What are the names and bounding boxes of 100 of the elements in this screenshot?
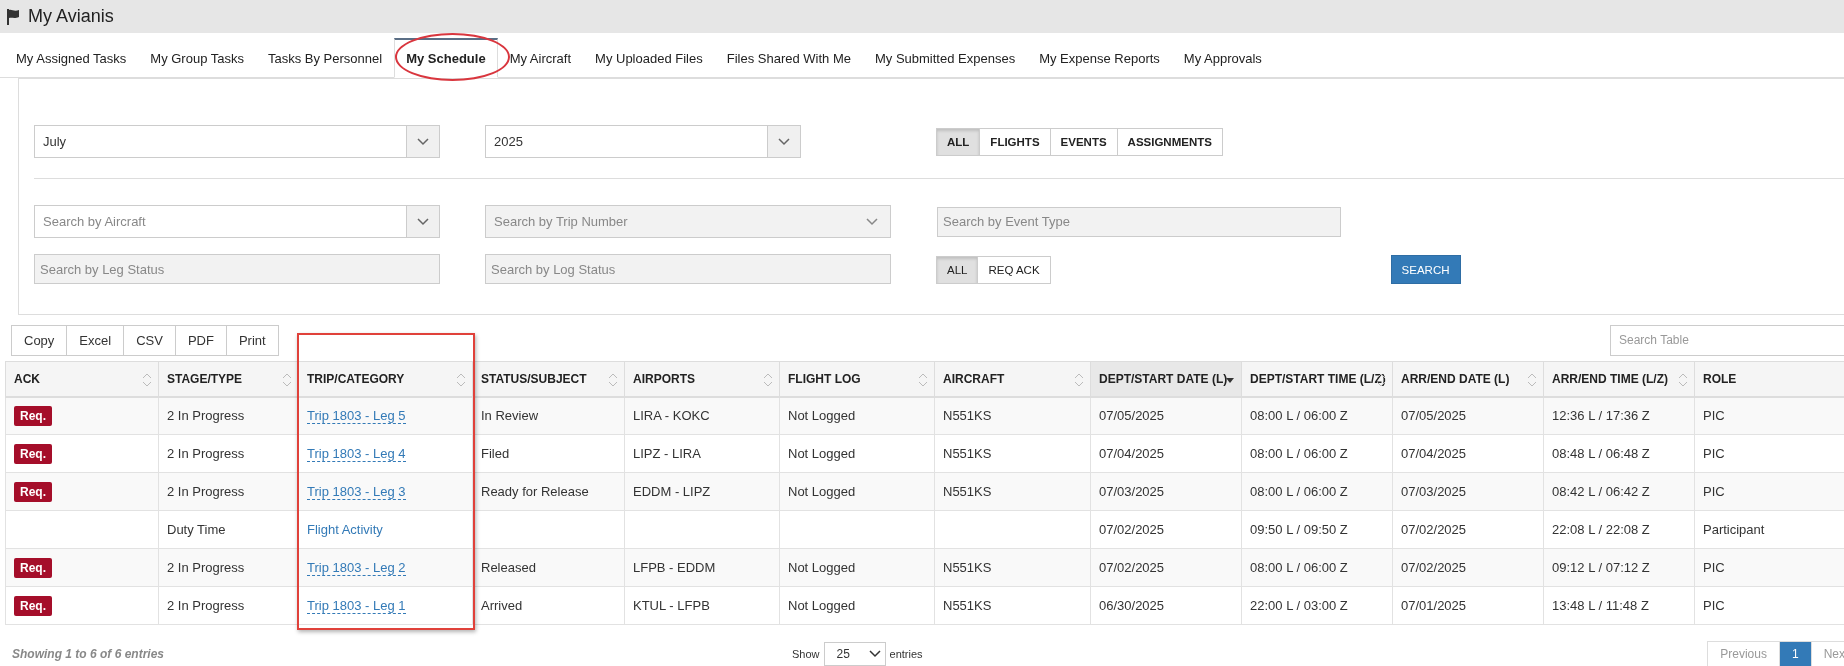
tab[interactable]: My Approvals: [1171, 38, 1274, 78]
table-cell: Ready for Release: [481, 484, 589, 499]
column-header[interactable]: STATUS/SUBJECT: [472, 361, 625, 397]
export-button[interactable]: Excel: [66, 324, 125, 356]
table-cell: N551KS: [943, 560, 992, 575]
export-button[interactable]: Print: [225, 324, 279, 356]
filter-type-button[interactable]: FLIGHTS: [979, 127, 1051, 156]
table-cell: N551KS: [943, 408, 992, 424]
chevron-down-icon: [417, 217, 429, 226]
tab[interactable]: My Group Tasks: [138, 38, 256, 78]
table-cell: 2 In Progress: [167, 446, 245, 461]
leg-status-field[interactable]: Search by Leg Status: [34, 254, 440, 284]
chevron-down-icon: [417, 137, 429, 146]
table-cell: 09:12 L / 07:12 Z: [1552, 560, 1650, 575]
chevron-down-icon: [778, 137, 790, 146]
show-label: Show: [792, 648, 820, 660]
table-cell: Released: [481, 560, 536, 575]
flag-icon: [6, 8, 20, 25]
table-cell: 07/05/2025: [1099, 408, 1165, 424]
export-button[interactable]: Copy: [11, 324, 68, 356]
column-header[interactable]: ARR/END TIME (L/Z): [1543, 361, 1695, 397]
table-cell: Not Logged: [788, 598, 856, 613]
event-type-field[interactable]: Search by Event Type: [937, 206, 1341, 237]
table-cell: 08:42 L / 06:42 Z: [1552, 484, 1650, 499]
column-header[interactable]: AIRPORTS: [624, 361, 780, 397]
table-cell: 06/30/2025: [1099, 598, 1165, 613]
export-button[interactable]: CSV: [123, 324, 176, 356]
required-badge: Req.: [14, 405, 52, 426]
table-cell: 2 In Progress: [167, 408, 245, 424]
trip-link[interactable]: Flight Activity: [307, 522, 383, 537]
column-header[interactable]: AIRCRAFT: [934, 361, 1091, 397]
table-cell: 2 In Progress: [167, 484, 245, 499]
column-header[interactable]: ACK: [5, 361, 159, 397]
tab[interactable]: My Submitted Expenses: [862, 38, 1028, 78]
year-select[interactable]: 2025: [485, 125, 801, 158]
table-search-field[interactable]: Search Table: [1610, 324, 1844, 356]
ack-filter-button[interactable]: REQ ACK: [977, 256, 1051, 284]
table-cell: 07/02/2025: [1401, 522, 1467, 537]
page-size-select[interactable]: 25: [823, 642, 886, 666]
table-cell: In Review: [481, 408, 539, 424]
table-cell: 08:48 L / 06:48 Z: [1552, 446, 1650, 461]
export-button[interactable]: PDF: [174, 324, 227, 356]
table-cell: LFPB - EDDM: [633, 560, 716, 575]
pagination-button[interactable]: 1: [1778, 641, 1812, 666]
column-header[interactable]: TRIP/CATEGORY: [298, 361, 473, 397]
table-cell: KTUL - LFPB: [633, 598, 710, 613]
table-cell: PIC: [1703, 560, 1725, 575]
tab[interactable]: My Uploaded Files: [583, 38, 715, 78]
table-cell: 07/03/2025: [1099, 484, 1165, 499]
search-button[interactable]: SEARCH: [1390, 255, 1461, 284]
page-title: My Avianis: [28, 6, 114, 27]
table-cell: 08:00 L / 06:00 Z: [1250, 408, 1348, 424]
tab[interactable]: Tasks By Personnel: [256, 38, 395, 78]
table-cell: Participant: [1703, 522, 1765, 537]
filter-type-button[interactable]: ASSIGNMENTS: [1116, 127, 1223, 156]
table-cell: 2 In Progress: [167, 560, 245, 575]
table-cell: 13:48 L / 11:48 Z: [1552, 598, 1649, 613]
required-badge: Req.: [14, 557, 52, 578]
column-header[interactable]: STAGE/TYPE: [158, 361, 299, 397]
chevron-down-icon: [868, 650, 881, 658]
tab[interactable]: My Assigned Tasks: [4, 38, 139, 78]
filter-type-button[interactable]: ALL: [936, 127, 981, 156]
column-header[interactable]: ARR/END DATE (L): [1392, 361, 1544, 397]
table-cell: 08:00 L / 06:00 Z: [1250, 560, 1348, 575]
table-cell: 09:50 L / 09:50 Z: [1250, 522, 1348, 537]
table-cell: 08:00 L / 06:00 Z: [1250, 446, 1348, 461]
month-select[interactable]: July: [34, 125, 440, 158]
table-cell: PIC: [1703, 484, 1725, 499]
table-cell: PIC: [1703, 598, 1725, 613]
table-cell: 07/04/2025: [1099, 446, 1165, 461]
tab[interactable]: My Expense Reports: [1027, 38, 1172, 78]
table-cell: EDDM - LIPZ: [633, 484, 711, 499]
log-status-field[interactable]: Search by Log Status: [485, 254, 891, 284]
table-cell: Duty Time: [167, 522, 226, 537]
table-cell: 07/02/2025: [1401, 560, 1467, 575]
table-cell: Not Logged: [788, 560, 856, 575]
table-cell: 07/02/2025: [1099, 560, 1165, 575]
tab[interactable]: Files Shared With Me: [714, 38, 863, 78]
table-cell: Not Logged: [788, 408, 856, 424]
ack-filter-button[interactable]: ALL: [936, 256, 979, 284]
chevron-down-icon: [866, 217, 878, 226]
entries-info: Showing 1 to 6 of 6 entries: [12, 647, 166, 661]
column-header[interactable]: DEPT/START DATE (L): [1090, 361, 1242, 397]
table-cell: 07/05/2025: [1401, 408, 1467, 424]
entries-label: entries: [889, 648, 923, 660]
tab[interactable]: My Schedule: [394, 38, 498, 78]
column-header[interactable]: FLIGHT LOG: [779, 361, 935, 397]
table-cell: 08:00 L / 06:00 Z: [1250, 484, 1348, 499]
table-cell: Not Logged: [788, 484, 856, 499]
table-cell: 07/03/2025: [1401, 484, 1467, 499]
table-cell: 07/02/2025: [1099, 522, 1165, 537]
tab[interactable]: My Aircraft: [497, 38, 584, 78]
table-cell: N551KS: [943, 446, 992, 461]
table-cell: Arrived: [481, 598, 523, 613]
sort-icon[interactable]: [1376, 373, 1386, 387]
table-cell: LIPZ - LIRA: [633, 446, 701, 461]
column-header[interactable]: ROLE: [1694, 361, 1844, 397]
aircraft-select[interactable]: Search by Aircraft: [34, 205, 440, 238]
filter-type-button[interactable]: EVENTS: [1049, 127, 1118, 156]
table-cell: Filed: [481, 446, 510, 461]
